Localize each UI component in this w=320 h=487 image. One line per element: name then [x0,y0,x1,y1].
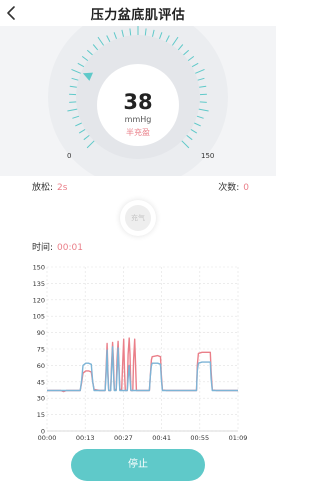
relax-stat: 放松: 2s [32,180,67,193]
x-tick-label: 01:09 [229,434,248,442]
chart-y-ticks: 0153045607590105120135150 [33,264,45,436]
fill-state-label: 半充盈 [126,128,150,137]
chart-grid [46,266,239,432]
chart-series [47,337,238,393]
x-tick-label: 00:13 [76,434,95,442]
gauge-tick [69,101,77,103]
gauge-tick [199,101,207,103]
pressure-chart: 0153045607590105120135150 00:00 00:13 00:2… [33,264,248,443]
timer: 时间: 00:01 [32,240,83,253]
gauge-min-label: 0 [67,152,72,160]
count-stat: 次数: 0 [218,180,249,193]
relax-value: 2s [57,183,68,193]
y-tick-label: 120 [33,296,45,304]
x-tick-label: 00:27 [114,434,133,442]
series-line-2 [47,346,238,392]
timer-value: 00:01 [57,243,83,253]
pressure-unit: mmHg [124,115,152,124]
y-tick-label: 150 [33,264,45,272]
series-line-1 [47,337,238,393]
y-tick-label: 45 [37,378,45,386]
gauge-max-label: 150 [201,152,215,160]
timer-label: 时间: [32,243,54,253]
count-label: 次数: [218,183,240,193]
page-title: 压力盆底肌评估 [90,8,186,23]
header: 压力盆底肌评估 [0,0,276,26]
pressure-gauge-panel: 38 mmHg 半充盈 0 150 [0,26,276,176]
x-tick-label: 00:00 [38,434,57,442]
stop-button[interactable]: 停止 [71,449,205,481]
y-tick-label: 30 [37,395,45,403]
pressure-value: 38 [123,90,153,114]
y-tick-label: 15 [37,411,45,419]
count-value: 0 [243,183,249,193]
y-tick-label: 75 [37,346,45,354]
chart-x-ticks: 00:00 00:13 00:27 00:41 00:55 01:09 [38,434,248,442]
y-tick-label: 90 [37,329,45,337]
y-tick-label: 60 [37,362,45,370]
x-tick-label: 00:55 [190,434,209,442]
inflate-button[interactable]: 充气 [120,200,156,236]
inflate-button-label: 充气 [125,205,151,231]
relax-label: 放松: [32,183,54,193]
y-tick-label: 105 [33,313,45,321]
y-tick-label: 135 [33,280,45,288]
x-tick-label: 00:41 [152,434,171,442]
